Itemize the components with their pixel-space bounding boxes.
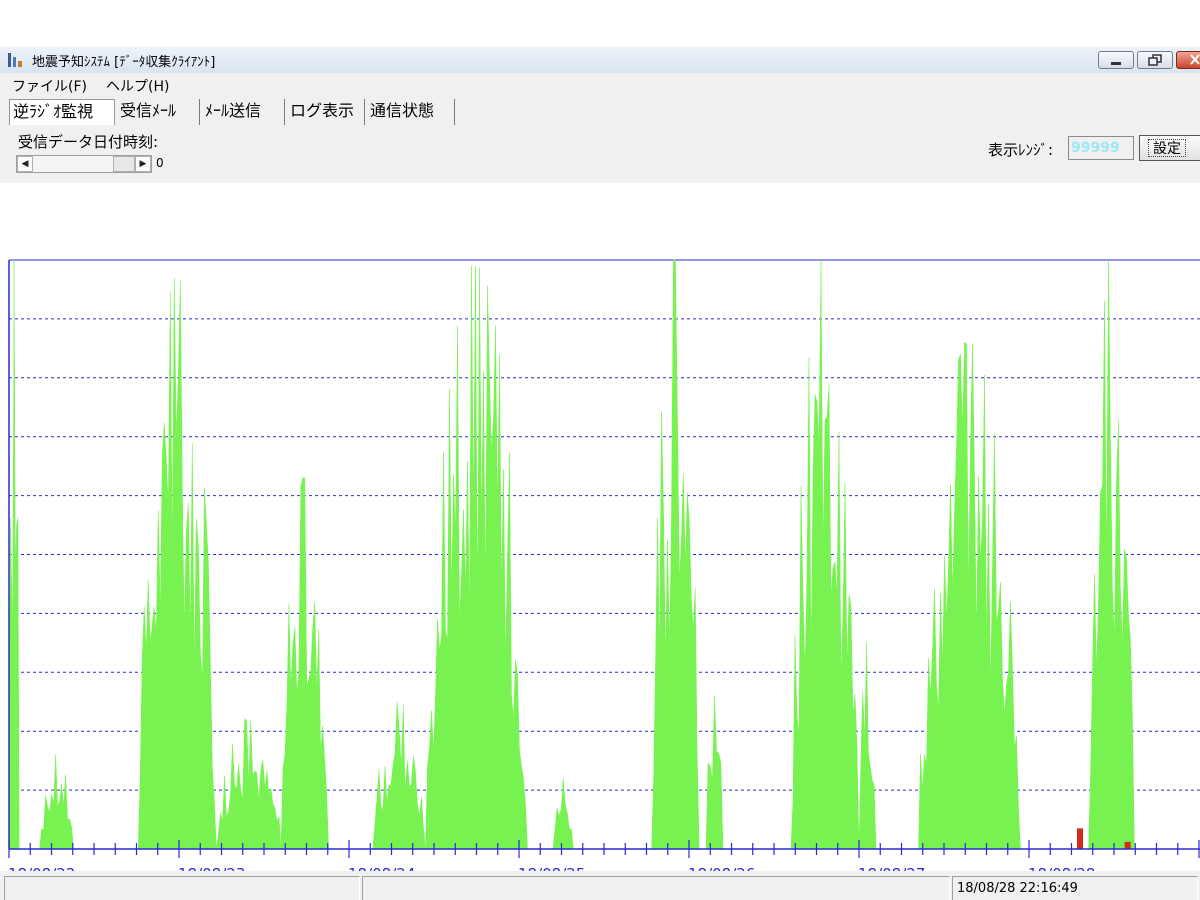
signal-burst — [137, 277, 217, 850]
signal-burst — [280, 477, 329, 850]
tab-reverse-radio[interactable]: 逆ﾗｼﾞｵ監視 — [9, 99, 115, 125]
signal-burst — [918, 342, 1021, 850]
window-title: 地震予知ｼｽﾃﾑ [ﾃﾞｰﾀ収集ｸﾗｲｱﾝﾄ] — [32, 55, 216, 70]
scroll-left-icon[interactable]: ◀ — [17, 156, 33, 172]
tab-log[interactable]: ログ表示 — [287, 99, 365, 125]
menu-help[interactable]: ヘルプ(H) — [106, 76, 169, 96]
minimize-icon — [1111, 62, 1121, 65]
signal-burst — [552, 778, 574, 850]
x-tick-label: 18/08/26 — [688, 865, 755, 871]
title-bar[interactable]: 地震予知ｼｽﾃﾑ [ﾃﾞｰﾀ収集ｸﾗｲｱﾝﾄ] — [0, 47, 1200, 74]
signal-burst — [705, 695, 724, 850]
status-bar: 18/08/28 22:16:49 — [0, 873, 1200, 900]
status-panel-1 — [4, 876, 360, 900]
signal-burst — [372, 701, 426, 850]
restore-icon — [1148, 54, 1162, 66]
status-datetime: 18/08/28 22:16:49 — [952, 876, 1198, 900]
alert-mark — [1124, 841, 1131, 849]
x-tick-label: 18/08/28 — [1028, 865, 1095, 871]
signal-burst — [858, 642, 877, 850]
menu-file[interactable]: ファイル(F) — [12, 76, 87, 96]
signal-burst — [8, 259, 20, 850]
signal-burst — [425, 265, 528, 850]
signal-burst — [790, 259, 860, 850]
app-window: 地震予知ｼｽﾃﾑ [ﾃﾞｰﾀ収集ｸﾗｲｱﾝﾄ] ファイル(F) ヘルプ(H) 逆… — [0, 47, 1200, 900]
x-tick-label: 18/08/24 — [348, 865, 415, 871]
tab-comm-status[interactable]: 通信状態 — [367, 99, 455, 125]
x-tick-label: 18/08/23 — [178, 865, 245, 871]
alert-mark — [1077, 828, 1083, 849]
scroll-thumb[interactable] — [113, 156, 135, 172]
signal-burst — [216, 719, 282, 850]
close-icon — [1190, 54, 1200, 65]
scroll-value: 0 — [156, 156, 164, 170]
menu-bar: ファイル(F) ヘルプ(H) — [0, 73, 1200, 97]
x-tick-label: 18/08/22 — [8, 865, 75, 871]
display-range-label: 表示ﾚﾝｼﾞ: — [988, 141, 1054, 159]
set-button-label: 設定 — [1148, 139, 1186, 157]
scroll-right-icon[interactable]: ▶ — [135, 156, 151, 172]
received-datetime-label: 受信データ日付時刻: — [18, 133, 159, 151]
display-range-input[interactable] — [1068, 136, 1134, 160]
tab-send-mail[interactable]: ﾒｰﾙ送信 — [202, 99, 285, 125]
chart-area: 18/08/22 18/08/23 18/08/24 18/08/25 18/08/26… — [0, 183, 1200, 871]
signal-burst — [39, 754, 74, 850]
tab-received-mail[interactable]: 受信ﾒｰﾙ — [117, 99, 200, 125]
set-button[interactable]: 設定 — [1139, 135, 1200, 161]
date-scrollbar[interactable]: ◀ ▶ — [16, 155, 152, 173]
tab-strip: 逆ﾗｼﾞｵ監視 受信ﾒｰﾙ ﾒｰﾙ送信 ログ表示 通信状態 — [0, 99, 1200, 125]
signal-chart: 18/08/22 18/08/23 18/08/24 18/08/25 18/08/26… — [8, 259, 1200, 871]
minimize-button[interactable] — [1098, 51, 1134, 69]
x-tick-label: 18/08/25 — [518, 865, 585, 871]
status-panel-2 — [362, 876, 950, 900]
close-button[interactable] — [1176, 51, 1200, 69]
restore-button[interactable] — [1137, 51, 1173, 69]
app-icon — [8, 53, 22, 67]
x-tick-label: 18/08/27 — [858, 865, 925, 871]
